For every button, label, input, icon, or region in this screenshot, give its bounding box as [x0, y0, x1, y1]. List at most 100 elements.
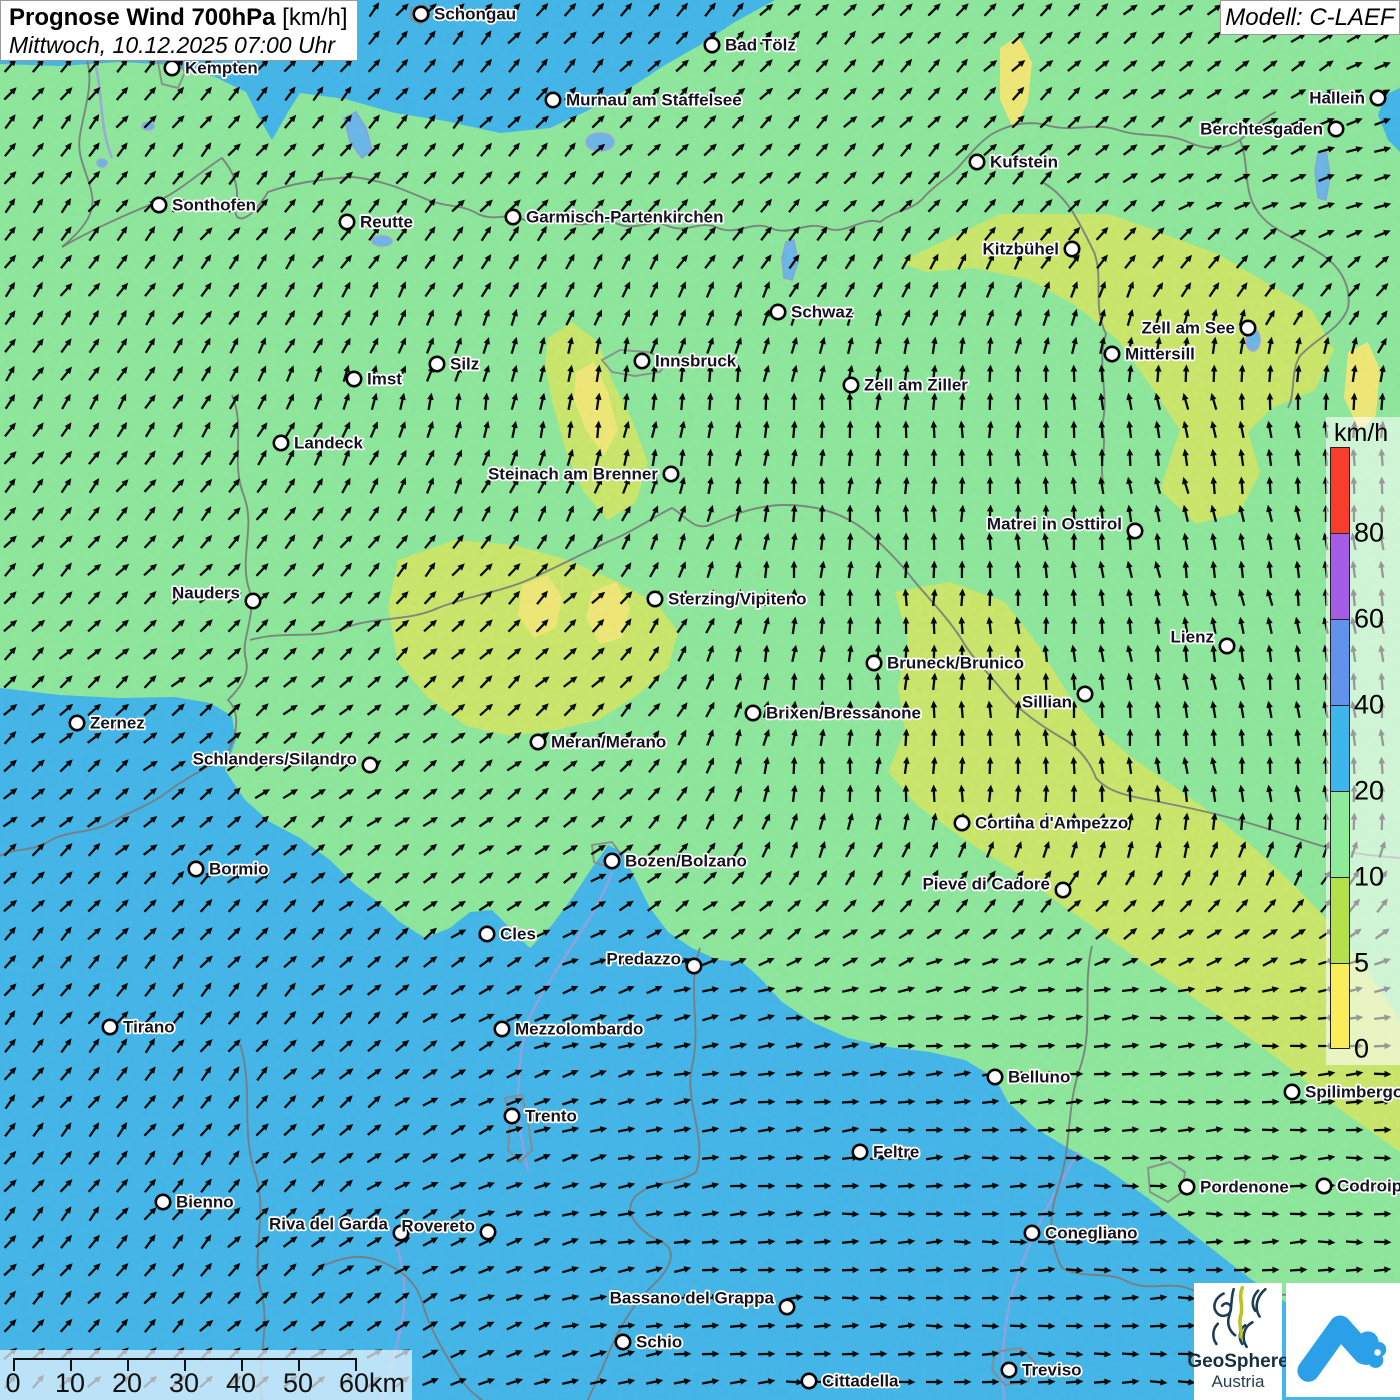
city-marker: [505, 1109, 519, 1123]
city-label: Kufstein: [990, 153, 1058, 172]
city-label: Spilimbergo: [1305, 1083, 1400, 1102]
legend-segment: [1330, 533, 1350, 619]
city-label: Schongau: [434, 5, 516, 24]
city-label: Treviso: [1022, 1361, 1082, 1380]
page-title: Prognose Wind 700hPa [km/h]: [9, 4, 349, 32]
city-label: Cles: [500, 925, 536, 944]
city: Steinach am Brenner: [488, 465, 678, 484]
city-label: Schwaz: [791, 303, 853, 322]
legend-segment: [1330, 619, 1350, 705]
city-label: Matrei in Osttirol: [987, 515, 1122, 534]
wind-forecast-map: SchongauBad TölzKemptenMurnau am Staffel…: [0, 0, 1400, 1400]
city-marker: [340, 215, 354, 229]
legend-tick-label: 10: [1354, 862, 1384, 893]
city: Bruneck/Brunico: [867, 654, 1024, 673]
city-marker: [648, 592, 662, 606]
city-label: Mittersill: [1125, 345, 1195, 364]
city-marker: [70, 716, 84, 730]
city-label: Tirano: [123, 1018, 175, 1037]
city-marker: [1056, 883, 1070, 897]
city: Trento: [505, 1107, 577, 1126]
city-marker: [1065, 242, 1079, 256]
city-label: Garmisch-Partenkirchen: [526, 208, 723, 227]
title-box: Prognose Wind 700hPa [km/h] Mittwoch, 10…: [0, 0, 358, 61]
city: Schwaz: [771, 303, 854, 322]
city: Bienno: [156, 1193, 234, 1212]
city: Feltre: [853, 1143, 919, 1162]
city: Reutte: [340, 213, 413, 232]
city-marker: [1025, 1226, 1039, 1240]
city-label: Rovereto: [401, 1217, 475, 1236]
city-marker: [165, 61, 179, 75]
model-box: Modell: C-LAEF: [1220, 0, 1400, 35]
city: Schio: [616, 1333, 682, 1352]
city-label: Pordenone: [1200, 1178, 1289, 1197]
legend-color-bar: [1330, 447, 1350, 1049]
city: Tirano: [103, 1018, 175, 1037]
legend-tick-label: 5: [1354, 948, 1369, 979]
city-marker: [867, 656, 881, 670]
city-label: Riva del Garda: [269, 1215, 389, 1234]
mountain-cloud-icon: [1295, 1292, 1391, 1388]
weather-map-page: SchongauBad TölzKemptenMurnau am Staffel…: [0, 0, 1400, 1400]
city-label: Mezzolombardo: [515, 1020, 643, 1039]
city-marker: [430, 357, 444, 371]
scale-label: 10: [55, 1368, 85, 1399]
city-marker: [780, 1300, 794, 1314]
legend-segment: [1330, 705, 1350, 791]
city-label: Cittadella: [822, 1372, 899, 1391]
city-label: Feltre: [873, 1143, 919, 1162]
city-marker: [687, 959, 701, 973]
city-marker: [1220, 639, 1234, 653]
city-label: Imst: [367, 370, 402, 389]
city: Belluno: [988, 1068, 1071, 1087]
city-label: Meran/Merano: [551, 733, 666, 752]
city: Garmisch-Partenkirchen: [506, 208, 724, 227]
legend-tick-label: 0: [1354, 1034, 1369, 1065]
legend-tick-label: 20: [1354, 776, 1384, 807]
city-marker: [970, 155, 984, 169]
city: Silz: [430, 355, 479, 374]
city-label: Conegliano: [1045, 1224, 1138, 1243]
city-marker: [1329, 122, 1343, 136]
legend-tick-label: 60: [1354, 604, 1384, 635]
city-label: Innsbruck: [655, 352, 737, 371]
city-label: Schlanders/Silandro: [193, 750, 357, 769]
scale-label: 30: [169, 1368, 199, 1399]
city-label: Bormio: [209, 860, 269, 879]
city-marker: [844, 378, 858, 392]
city-label: Belluno: [1008, 1068, 1070, 1087]
model-label: Modell: C-LAEF: [1225, 4, 1394, 32]
city-label: Kitzbühel: [983, 240, 1060, 259]
city-label: Kempten: [185, 59, 258, 78]
city: Cortina d'Ampezzo: [955, 814, 1128, 833]
city-label: Steinach am Brenner: [488, 465, 658, 484]
geosphere-sub: Austria: [1212, 1372, 1265, 1391]
city-marker: [246, 594, 260, 608]
city-label: Hallein: [1309, 89, 1365, 108]
city-marker: [152, 198, 166, 212]
scale-label: 40: [226, 1368, 256, 1399]
city-marker: [506, 210, 520, 224]
city: Imst: [347, 370, 402, 389]
city-label: Codroipo: [1337, 1177, 1400, 1196]
city-marker: [1371, 91, 1385, 105]
city-marker: [274, 436, 288, 450]
city-label: Bad Tölz: [725, 36, 796, 55]
city-marker: [1078, 687, 1092, 701]
title-unit: [km/h]: [276, 4, 348, 31]
city-marker: [616, 1335, 630, 1349]
city-marker: [1128, 524, 1142, 538]
partner-logo-box: [1286, 1283, 1400, 1397]
city-marker: [664, 467, 678, 481]
city-label: Bassano del Grappa: [610, 1289, 775, 1308]
city-label: Trento: [525, 1107, 577, 1126]
city-label: Brixen/Bressanone: [766, 704, 921, 723]
city-marker: [347, 372, 361, 386]
city: Bozen/Bolzano: [605, 852, 747, 871]
city-marker: [546, 93, 560, 107]
city-label: Bozen/Bolzano: [625, 852, 747, 871]
legend-tick-label: 80: [1354, 518, 1384, 549]
city-marker: [802, 1374, 816, 1388]
scale-label: 50: [283, 1368, 313, 1399]
